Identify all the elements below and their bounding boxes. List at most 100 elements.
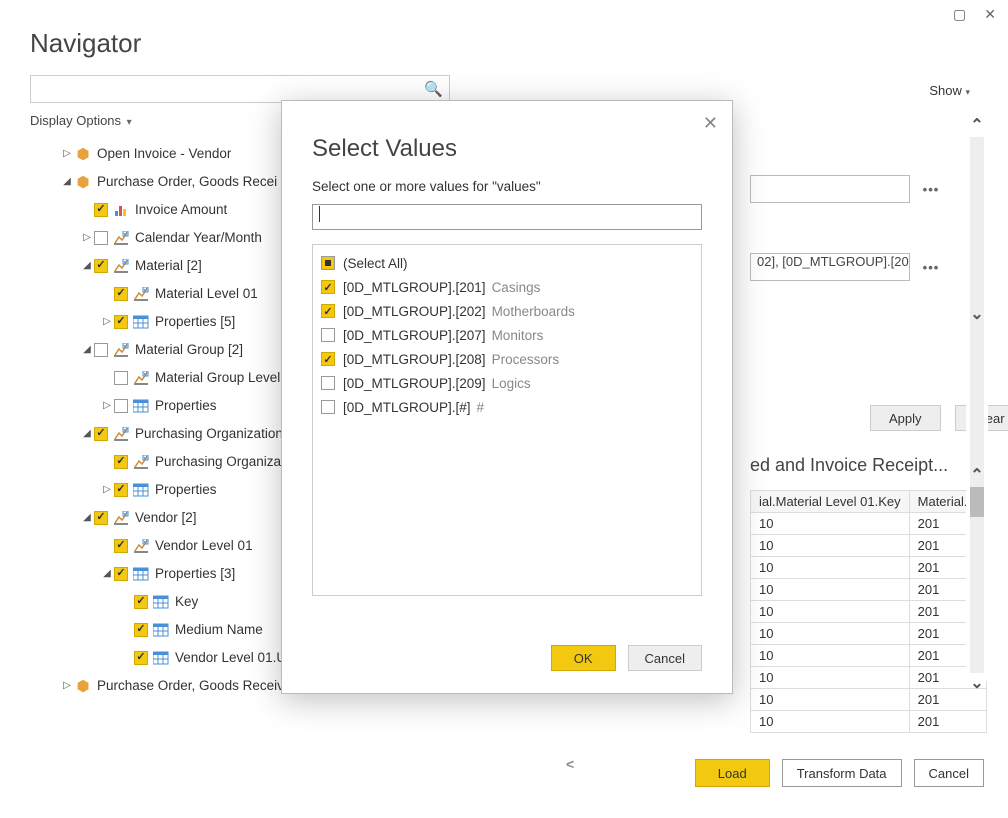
tree-item-label: Properties xyxy=(155,397,217,416)
scroll-left-icon[interactable]: < xyxy=(560,756,580,772)
table-row[interactable]: 10201 xyxy=(751,601,987,623)
checkbox[interactable] xyxy=(94,203,108,217)
checkbox[interactable] xyxy=(321,304,335,318)
show-menu[interactable]: Show ▾ xyxy=(929,83,970,98)
checkbox[interactable] xyxy=(94,259,108,273)
parameter-browse-button[interactable]: ••• xyxy=(916,175,946,203)
cube-icon: ⬢ xyxy=(74,678,92,694)
checkbox[interactable] xyxy=(114,287,128,301)
cancel-button[interactable]: Cancel xyxy=(914,759,984,787)
value-item[interactable]: [0D_MTLGROUP].[208]Processors xyxy=(321,347,693,371)
ok-button[interactable]: OK xyxy=(551,645,616,671)
table-header[interactable]: ial.Material Level 01.Key xyxy=(751,491,910,513)
expand-icon[interactable]: ◢ xyxy=(80,259,94,273)
checkbox[interactable] xyxy=(114,455,128,469)
expand-icon[interactable]: ▷ xyxy=(80,231,94,245)
tree-item-label: Medium Name xyxy=(175,621,263,640)
checkbox-indeterminate[interactable] xyxy=(321,256,335,270)
checkbox[interactable] xyxy=(321,352,335,366)
checkbox[interactable] xyxy=(134,651,148,665)
tree-item-label: Vendor Level 01 xyxy=(155,537,253,556)
close-icon[interactable]: ✕ xyxy=(703,113,718,134)
checkbox[interactable] xyxy=(114,539,128,553)
tree-item-label: Properties [5] xyxy=(155,313,235,332)
hierarchy-icon xyxy=(132,454,150,470)
table-row[interactable]: 10201 xyxy=(751,513,987,535)
expand-icon[interactable]: ▷ xyxy=(100,483,114,497)
checkbox[interactable] xyxy=(114,483,128,497)
checkbox[interactable] xyxy=(134,623,148,637)
checkbox[interactable] xyxy=(114,399,128,413)
table-row[interactable]: 10201 xyxy=(751,535,987,557)
table-row[interactable]: 10201 xyxy=(751,579,987,601)
table-row[interactable]: 10201 xyxy=(751,623,987,645)
table-icon xyxy=(132,314,150,330)
checkbox[interactable] xyxy=(114,315,128,329)
expand-icon[interactable]: ◢ xyxy=(80,343,94,357)
parameter-values-input[interactable]: 02], [0D_MTLGROUP].[208 xyxy=(750,253,910,281)
value-item[interactable]: [0D_MTLGROUP].[209] Logics xyxy=(321,371,693,395)
checkbox[interactable] xyxy=(94,343,108,357)
checkbox[interactable] xyxy=(94,511,108,525)
value-item[interactable]: [0D_MTLGROUP].[#]# xyxy=(321,395,693,419)
select-all-item[interactable]: (Select All) xyxy=(321,251,693,275)
cancel-button[interactable]: Cancel xyxy=(628,645,702,671)
search-input[interactable]: 🔍 xyxy=(30,75,450,103)
expand-icon[interactable]: ◢ xyxy=(100,567,114,581)
table-row[interactable]: 10201 xyxy=(751,711,987,733)
table-row[interactable]: 10201 xyxy=(751,667,987,689)
apply-button[interactable]: Apply xyxy=(870,405,941,431)
checkbox[interactable] xyxy=(321,400,335,414)
maximize-icon[interactable]: ▢ xyxy=(953,6,966,23)
hierarchy-icon xyxy=(112,426,130,442)
value-code: [0D_MTLGROUP].[207] xyxy=(343,328,486,343)
checkbox[interactable] xyxy=(321,376,335,390)
scroll-down-icon[interactable]: ⌄ xyxy=(966,673,988,695)
transform-data-button[interactable]: Transform Data xyxy=(782,759,902,787)
table-icon xyxy=(132,566,150,582)
table-cell: 10 xyxy=(751,645,910,667)
checkbox[interactable] xyxy=(114,371,128,385)
expand-icon[interactable]: ◢ xyxy=(80,427,94,441)
value-description: Monitors xyxy=(492,328,544,343)
table-row[interactable]: 10201 xyxy=(751,689,987,711)
scroll-down-icon[interactable]: ⌄ xyxy=(966,304,988,326)
vertical-scrollbar-inner[interactable]: ⌃ ⌄ xyxy=(966,465,988,695)
expand-icon[interactable]: ◢ xyxy=(80,511,94,525)
expand-icon[interactable]: ◢ xyxy=(60,175,74,189)
expand-icon[interactable]: ▷ xyxy=(100,315,114,329)
checkbox[interactable] xyxy=(321,328,335,342)
tree-item-label: Purchase Order, Goods Recei xyxy=(97,173,277,192)
expand-icon[interactable]: ▷ xyxy=(60,679,74,693)
value-item[interactable]: [0D_MTLGROUP].[201]Casings xyxy=(321,275,693,299)
scroll-up-icon[interactable]: ⌃ xyxy=(966,115,988,137)
expand-icon[interactable]: ▷ xyxy=(60,147,74,161)
filter-input[interactable] xyxy=(312,204,702,230)
value-code: [0D_MTLGROUP].[209] xyxy=(343,376,486,391)
value-description: Logics xyxy=(492,376,531,391)
checkbox[interactable] xyxy=(321,280,335,294)
parameter-browse-button[interactable]: ••• xyxy=(916,253,946,281)
value-description: Motherboards xyxy=(492,304,575,319)
scroll-thumb[interactable] xyxy=(970,487,984,517)
checkbox[interactable] xyxy=(114,567,128,581)
close-icon[interactable]: ✕ xyxy=(984,6,996,23)
checkbox[interactable] xyxy=(134,595,148,609)
value-item[interactable]: [0D_MTLGROUP].[202]Motherboards xyxy=(321,299,693,323)
cube-icon: ⬢ xyxy=(74,146,92,162)
select-all-label: (Select All) xyxy=(343,256,408,271)
table-row[interactable]: 10201 xyxy=(751,645,987,667)
scroll-up-icon[interactable]: ⌃ xyxy=(966,465,988,487)
checkbox[interactable] xyxy=(94,427,108,441)
checkbox[interactable] xyxy=(94,231,108,245)
table-icon xyxy=(152,650,170,666)
value-item[interactable]: [0D_MTLGROUP].[207] Monitors xyxy=(321,323,693,347)
table-row[interactable]: 10201 xyxy=(751,557,987,579)
tree-item-label: Properties [3] xyxy=(155,565,235,584)
expand-icon[interactable]: ▷ xyxy=(100,399,114,413)
table-icon xyxy=(152,594,170,610)
parameter-input[interactable] xyxy=(750,175,910,203)
load-button[interactable]: Load xyxy=(695,759,770,787)
tree-item-label: Open Invoice - Vendor xyxy=(97,145,231,164)
bar-chart-icon xyxy=(112,202,130,218)
